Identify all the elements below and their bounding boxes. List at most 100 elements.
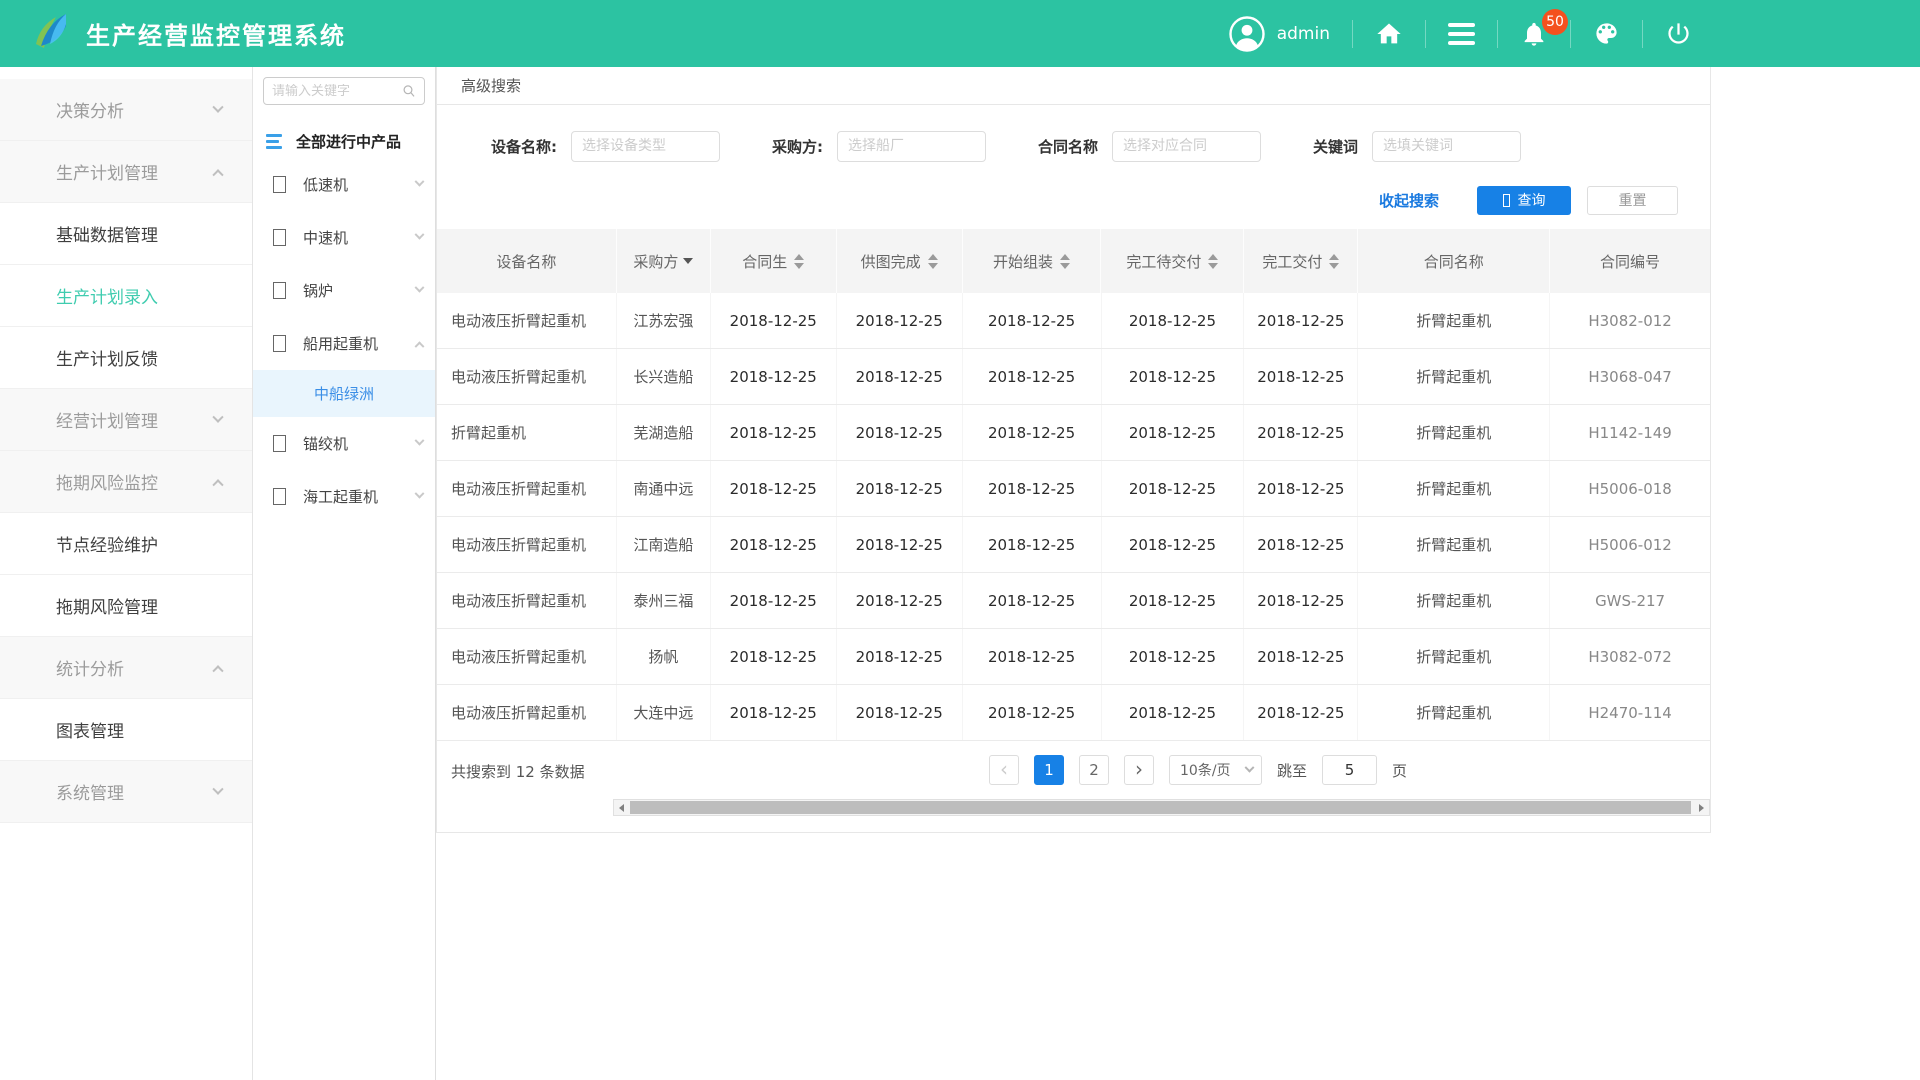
menu-icon[interactable] — [1448, 23, 1475, 45]
filter-icon[interactable] — [683, 258, 693, 264]
scrollbar-thumb[interactable] — [630, 801, 1691, 814]
filter-input-3[interactable] — [1372, 131, 1521, 162]
tree-node-锚绞机[interactable]: 锚绞机 — [253, 417, 435, 470]
sort-desc-icon — [1060, 263, 1070, 269]
table-cell: 江南造船 — [617, 517, 711, 572]
table-row[interactable]: 电动液压折臂起重机江苏宏强2018-12-252018-12-252018-12… — [437, 293, 1710, 349]
sort-icon[interactable] — [1208, 254, 1218, 269]
tree-node-低速机[interactable]: 低速机 — [253, 158, 435, 211]
sidebar-item-生产计划反馈[interactable]: 生产计划反馈 — [0, 327, 252, 389]
table-cell: H5006-018 — [1550, 461, 1710, 516]
user-menu[interactable]: admin — [1229, 16, 1330, 52]
collapse-search-link[interactable]: 收起搜索 — [1379, 190, 1439, 211]
tree-node-船用起重机[interactable]: 船用起重机 — [253, 317, 435, 370]
tree-root-label: 全部进行中产品 — [296, 131, 401, 152]
horizontal-scrollbar[interactable] — [613, 799, 1710, 816]
table-cell: 电动液压折臂起重机 — [437, 685, 617, 740]
chevron-up-icon — [415, 341, 425, 351]
search-icon[interactable] — [402, 83, 416, 99]
page-size-select[interactable]: 10条/页 — [1169, 755, 1262, 785]
filter-group-2: 合同名称 — [1038, 131, 1261, 162]
column-header-采购方[interactable]: 采购方 — [617, 229, 711, 293]
table-row[interactable]: 折臂起重机芜湖造船2018-12-252018-12-252018-12-252… — [437, 405, 1710, 461]
tree-node-中船绿洲[interactable]: 中船绿洲 — [253, 370, 435, 417]
sort-icon[interactable] — [794, 254, 804, 269]
list-icon — [266, 134, 282, 149]
column-header-完工交付[interactable]: 完工交付 — [1244, 229, 1358, 293]
scroll-right-icon[interactable] — [1694, 800, 1709, 815]
table-cell: 折臂起重机 — [1358, 517, 1550, 572]
product-box-icon — [273, 282, 286, 299]
column-header-label: 开始组装 — [993, 251, 1053, 272]
sidebar-item-节点经验维护[interactable]: 节点经验维护 — [0, 513, 252, 575]
table-cell: 2018-12-25 — [1244, 349, 1358, 404]
search-actions-row: 收起搜索 查询 重置 — [437, 185, 1710, 215]
advanced-search-title[interactable]: 高级搜索 — [461, 75, 521, 96]
tree-node-中速机[interactable]: 中速机 — [253, 211, 435, 264]
table-cell: 2018-12-25 — [711, 629, 837, 684]
sidebar-item-统计分析[interactable]: 统计分析 — [0, 637, 252, 699]
tree-node-海工起重机[interactable]: 海工起重机 — [253, 470, 435, 523]
table-row[interactable]: 电动液压折臂起重机南通中远2018-12-252018-12-252018-12… — [437, 461, 1710, 517]
table-cell: 折臂起重机 — [1358, 293, 1550, 348]
sidebar-item-拖期风险监控[interactable]: 拖期风险监控 — [0, 451, 252, 513]
sidebar-item-生产计划管理[interactable]: 生产计划管理 — [0, 141, 252, 203]
home-icon[interactable] — [1375, 20, 1403, 48]
username-label: admin — [1277, 24, 1330, 44]
sort-icon[interactable] — [1329, 254, 1339, 269]
query-button[interactable]: 查询 — [1477, 186, 1571, 215]
tree-node-label: 中船绿洲 — [314, 383, 374, 404]
column-header-完工待交付[interactable]: 完工待交付 — [1101, 229, 1244, 293]
sidebar-item-决策分析[interactable]: 决策分析 — [0, 79, 252, 141]
table-cell: 折臂起重机 — [1358, 685, 1550, 740]
table-cell: 2018-12-25 — [837, 349, 963, 404]
power-icon[interactable] — [1665, 20, 1692, 47]
page-button-1[interactable]: 1 — [1034, 755, 1064, 785]
tree-search-input[interactable] — [272, 84, 402, 99]
sidebar-item-生产计划录入[interactable]: 生产计划录入 — [0, 265, 252, 327]
page-button-2[interactable]: 2 — [1079, 755, 1109, 785]
bell-icon[interactable]: 50 — [1520, 20, 1548, 48]
table-row[interactable]: 电动液压折臂起重机长兴造船2018-12-252018-12-252018-12… — [437, 349, 1710, 405]
table-cell: 电动液压折臂起重机 — [437, 573, 617, 628]
column-header-合同编号[interactable]: 合同编号 — [1550, 229, 1710, 293]
table-row[interactable]: 电动液压折臂起重机泰州三福2018-12-252018-12-252018-12… — [437, 573, 1710, 629]
table-row[interactable]: 电动液压折臂起重机扬帆2018-12-252018-12-252018-12-2… — [437, 629, 1710, 685]
sidebar-item-图表管理[interactable]: 图表管理 — [0, 699, 252, 761]
palette-icon[interactable] — [1593, 20, 1620, 47]
table-row[interactable]: 电动液压折臂起重机江南造船2018-12-252018-12-252018-12… — [437, 517, 1710, 573]
sidebar-item-label: 拖期风险监控 — [56, 469, 158, 494]
tree-node-锅炉[interactable]: 锅炉 — [253, 264, 435, 317]
table-cell: 2018-12-25 — [1102, 461, 1245, 516]
column-header-供图完成[interactable]: 供图完成 — [837, 229, 963, 293]
table-cell: 2018-12-25 — [837, 629, 963, 684]
column-header-合同名称[interactable]: 合同名称 — [1358, 229, 1550, 293]
table-cell: 大连中远 — [617, 685, 711, 740]
scroll-left-icon[interactable] — [614, 800, 629, 815]
divider — [1497, 20, 1498, 48]
next-page-button[interactable]: › — [1124, 755, 1154, 785]
column-header-合同生[interactable]: 合同生 — [711, 229, 837, 293]
sidebar-item-基础数据管理[interactable]: 基础数据管理 — [0, 203, 252, 265]
sort-icon[interactable] — [1060, 254, 1070, 269]
tree-root-all-products[interactable]: 全部进行中产品 — [253, 131, 435, 152]
filter-input-0[interactable] — [571, 131, 720, 162]
sidebar-item-经营计划管理[interactable]: 经营计划管理 — [0, 389, 252, 451]
filter-input-2[interactable] — [1112, 131, 1261, 162]
prev-page-button[interactable]: ‹ — [989, 755, 1019, 785]
table-row[interactable]: 电动液压折臂起重机大连中远2018-12-252018-12-252018-12… — [437, 685, 1710, 741]
reset-button[interactable]: 重置 — [1587, 186, 1678, 215]
sidebar-item-拖期风险管理[interactable]: 拖期风险管理 — [0, 575, 252, 637]
sidebar-item-系统管理[interactable]: 系统管理 — [0, 761, 252, 823]
table-cell: 2018-12-25 — [837, 685, 963, 740]
table-cell: H3082-012 — [1550, 293, 1710, 348]
sort-asc-icon — [794, 254, 804, 260]
table-cell: 2018-12-25 — [963, 685, 1102, 740]
product-box-icon — [273, 176, 286, 193]
jump-page-input[interactable] — [1322, 755, 1377, 785]
column-header-设备名称[interactable]: 设备名称 — [437, 229, 617, 293]
column-header-开始组装[interactable]: 开始组装 — [963, 229, 1102, 293]
filter-input-1[interactable] — [837, 131, 986, 162]
sort-icon[interactable] — [928, 254, 938, 269]
jump-to-label: 跳至 — [1277, 760, 1307, 781]
